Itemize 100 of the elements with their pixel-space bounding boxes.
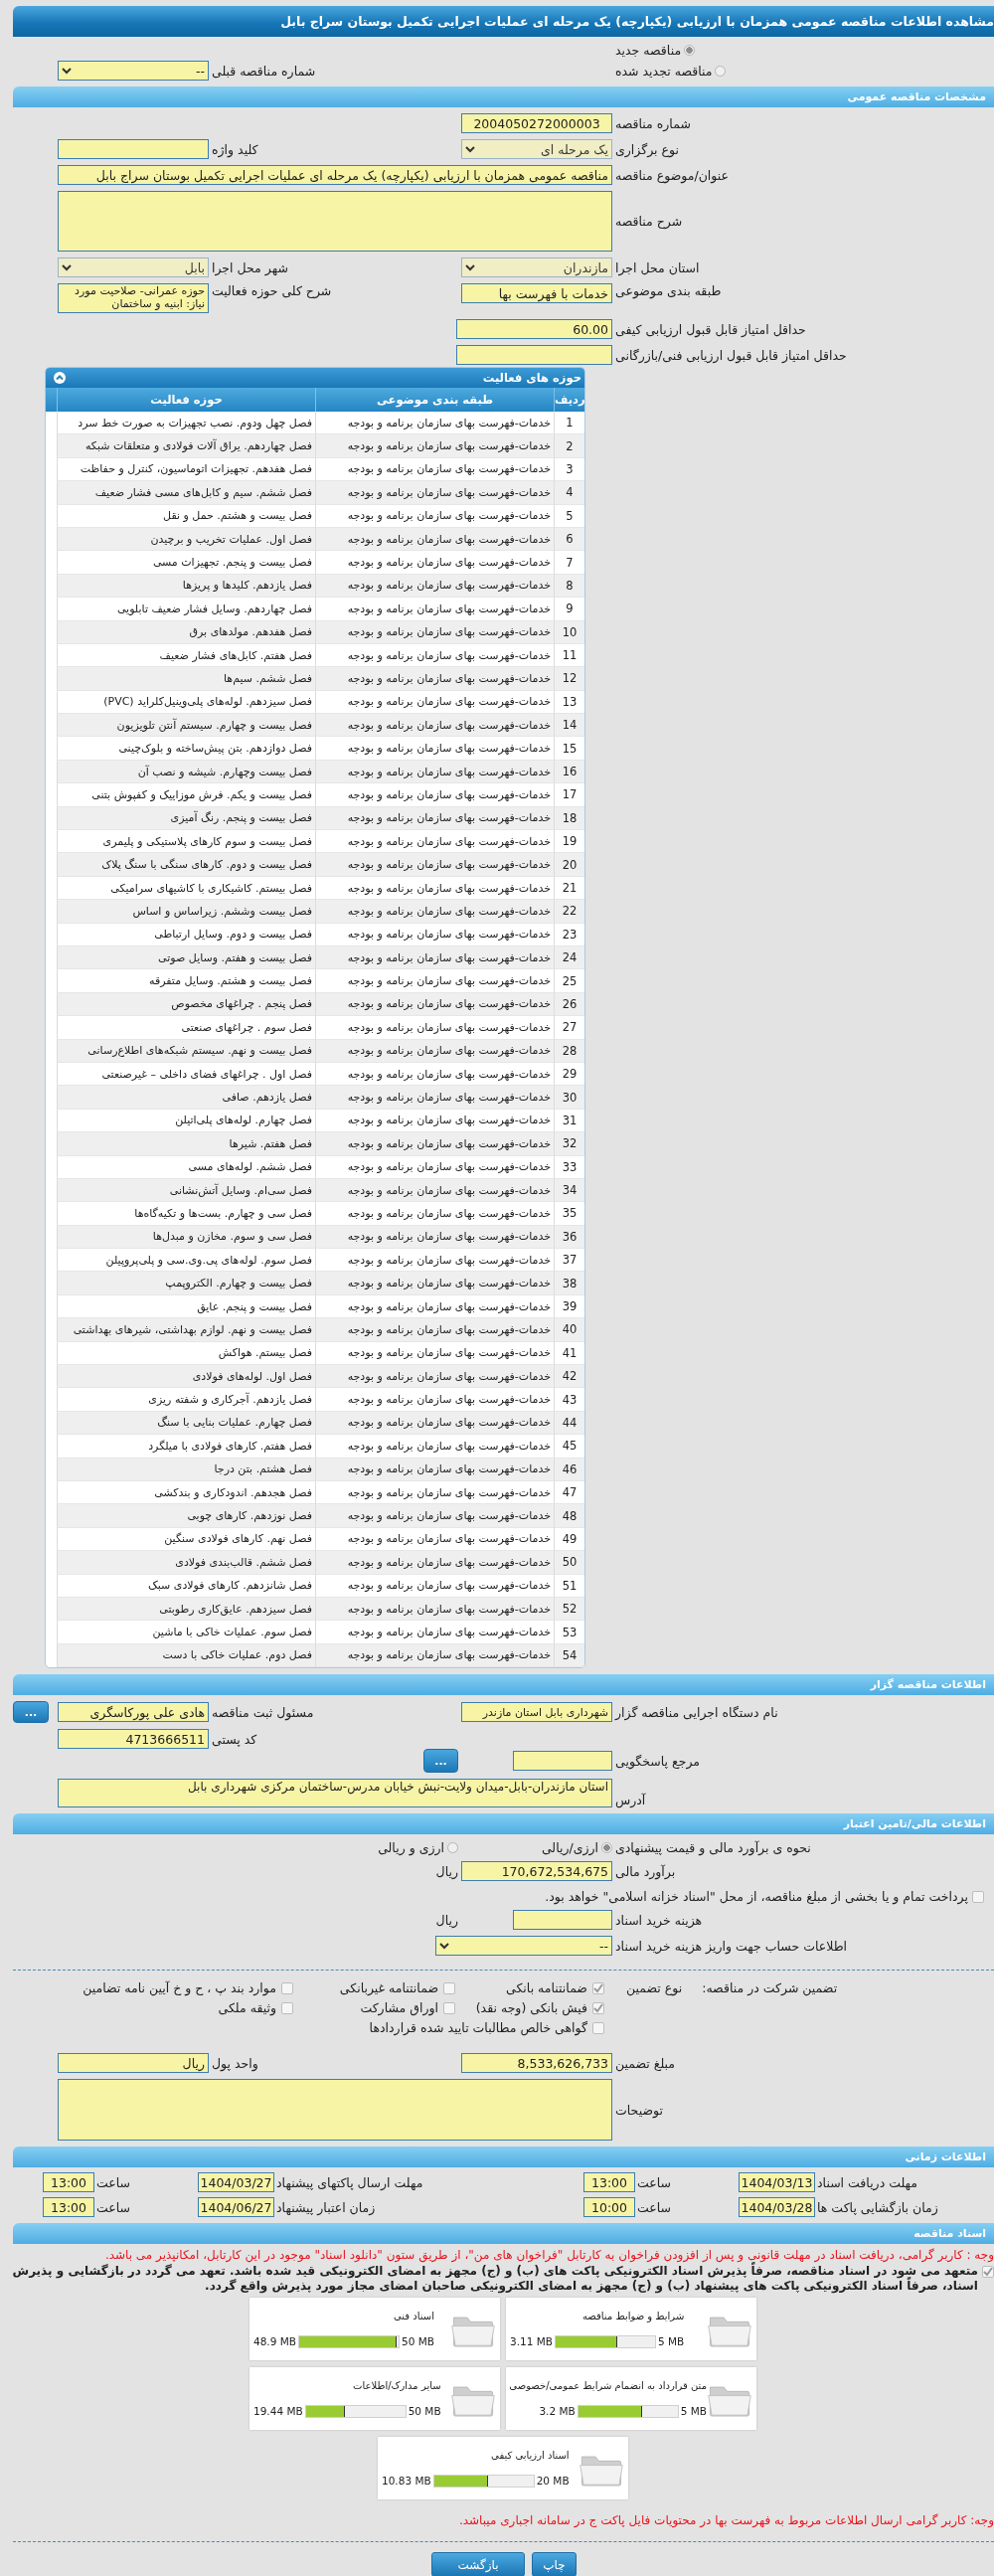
- action-button[interactable]: چاپ: [532, 2552, 577, 2576]
- radio-button[interactable]: [601, 1842, 612, 1854]
- table-cell: خدمات-فهرست بهای سازمان برنامه و بودجه: [315, 620, 554, 644]
- date-field[interactable]: 1404/03/28: [739, 2197, 815, 2218]
- time-label: ساعت: [96, 2174, 130, 2190]
- guarantee-amount-field[interactable]: 8,533,626,733: [461, 2053, 612, 2074]
- checkbox-label: اوراق مشارکت: [360, 2000, 438, 2016]
- keyword-field[interactable]: [58, 139, 209, 159]
- table-cell: 42: [554, 1365, 584, 1389]
- doc-fee-field[interactable]: [513, 1910, 612, 1931]
- date-field[interactable]: 1404/06/27: [198, 2197, 274, 2218]
- checkbox[interactable]: [281, 1981, 293, 1994]
- table-cell: 32: [554, 1132, 584, 1156]
- collapse-icon[interactable]: [54, 372, 66, 384]
- agency-field[interactable]: شهرداری بابل استان مازندر: [461, 1702, 612, 1723]
- table-cell: خدمات-فهرست بهای سازمان برنامه و بودجه: [315, 714, 554, 738]
- radio-button[interactable]: [684, 44, 696, 56]
- time-field[interactable]: 10:00: [583, 2197, 635, 2218]
- previous-tender-select[interactable]: --: [58, 61, 209, 81]
- used-size: 3.2 MB: [539, 2405, 576, 2418]
- quality-score-label: حداقل امتیاز قابل قبول ارزیابی کیفی: [615, 321, 806, 337]
- table-cell: خدمات-فهرست بهای سازمان برنامه و بودجه: [315, 806, 554, 831]
- table-cell: 50: [554, 1551, 584, 1575]
- guarantee-label: تضمین شرکت در مناقصه:: [702, 1980, 838, 1996]
- technical-score-field[interactable]: [456, 345, 612, 365]
- table-cell: خدمات-فهرست بهای سازمان برنامه و بودجه: [315, 737, 554, 761]
- radio-button[interactable]: [715, 65, 727, 77]
- table-cell: خدمات-فهرست بهای سازمان برنامه و بودجه: [315, 1574, 554, 1598]
- table-cell: 34: [554, 1178, 584, 1203]
- table-cell: خدمات-فهرست بهای سازمان برنامه و بودجه: [315, 1458, 554, 1481]
- notes-field[interactable]: [58, 2079, 612, 2142]
- city-label: شهر محل اجرا: [212, 259, 288, 275]
- checkbox[interactable]: [592, 2001, 604, 2014]
- checkbox[interactable]: [592, 1981, 604, 1994]
- registrar-field[interactable]: هادی علی پورکاسگری: [58, 1702, 209, 1723]
- description-field[interactable]: [58, 191, 612, 252]
- holding-type-select[interactable]: یک مرحله ای: [461, 139, 612, 159]
- checkbox-label: ضمانتنامه بانکی: [506, 1980, 587, 1996]
- checkbox[interactable]: [443, 1981, 455, 1994]
- size-limit: 50 MB: [402, 2335, 434, 2348]
- tender-number-field[interactable]: 2004050272000003: [461, 113, 612, 133]
- table-cell: خدمات-فهرست بهای سازمان برنامه و بودجه: [315, 1272, 554, 1295]
- guarantee-type-label: نوع تضمین: [626, 1980, 683, 1996]
- radio-label: ارزی/ریالی: [541, 1840, 598, 1856]
- agency-label: نام دستگاه اجرایی مناقصه گزار: [615, 1704, 778, 1720]
- fee-account-select[interactable]: --: [435, 1936, 612, 1957]
- classification-label: طبقه بندی موضوعی: [615, 283, 722, 298]
- table-cell: 54: [554, 1643, 584, 1668]
- time-field[interactable]: 13:00: [43, 2172, 94, 2193]
- province-select[interactable]: مازندران: [461, 258, 612, 277]
- table-cell: فصل بیست و دوم. کارهای سنگی با سنگ پلاک: [57, 853, 315, 877]
- table-cell: خدمات-فهرست بهای سازمان برنامه و بودجه: [315, 923, 554, 946]
- date-field[interactable]: 1404/03/13: [739, 2172, 815, 2193]
- checkbox[interactable]: [592, 2021, 604, 2034]
- page-title: مشاهده اطلاعات مناقصه عمومی همزمان با ارزیابی (یکپارچه) یک مرحله ای عملیات اجرایی تکمیل بوستان سراج بابل: [13, 6, 994, 37]
- checkbox[interactable]: [982, 2266, 994, 2279]
- table-cell: فصل بیست و یکم. فرش موزاییک و کفپوش بتنی: [57, 783, 315, 807]
- guarantee-amount-label: مبلغ تضمین: [615, 2055, 676, 2071]
- deadline-label: مهلت دریافت اسناد: [817, 2174, 918, 2190]
- address-field[interactable]: استان مازندران-بابل-میدان ولایت-نبش خیابان مدرس-ساختمان مرکزی شهرداری بابل: [58, 1779, 612, 1808]
- treasury-label: پرداخت تمام و یا بخشی از مبلغ مناقصه، از محل "اسناد خزانه اسلامی" خواهد بود.: [545, 1889, 968, 1905]
- time-field[interactable]: 13:00: [43, 2197, 94, 2218]
- table-cell: فصل بیست و نهم. سیستم شبکه‌های اطلاع‌رسانی: [57, 1039, 315, 1063]
- checkbox[interactable]: [281, 2001, 293, 2014]
- checkbox[interactable]: [972, 1890, 984, 1903]
- quality-score-field[interactable]: 60.00: [456, 319, 612, 339]
- city-select[interactable]: بابل: [58, 258, 209, 277]
- holding-type-label: نوع برگزاری: [615, 141, 679, 157]
- estimate-label: برآورد مالی: [615, 1863, 676, 1879]
- currency-field[interactable]: ریال: [58, 2053, 209, 2074]
- table-cell: فصل بیست وششم. زیراساس و اساس: [57, 900, 315, 924]
- table-cell: فصل یازدهم. صافی: [57, 1086, 315, 1110]
- contact-ref-field[interactable]: [513, 1751, 612, 1772]
- table-cell: 43: [554, 1388, 584, 1412]
- postal-code-field[interactable]: 4713666511: [58, 1729, 209, 1750]
- used-size: 19.44 MB: [253, 2405, 303, 2418]
- browse-button[interactable]: ...: [423, 1749, 458, 1774]
- date-field[interactable]: 1404/03/27: [198, 2172, 274, 2193]
- table-cell: خدمات-فهرست بهای سازمان برنامه و بودجه: [315, 969, 554, 993]
- subject-field[interactable]: مناقصه عمومی همزمان با ارزیابی (یکپارچه) یک مرحله ای عملیات اجرایی تکمیل بوستان سراج بابل: [58, 165, 612, 185]
- checkbox-label: موارد بند پ ، ح و خ آیین نامه تضامین: [83, 1980, 276, 1996]
- table-title: حوزه های فعالیت: [482, 371, 581, 385]
- table-cell: 8: [554, 574, 584, 599]
- action-button[interactable]: بازگشت: [431, 2552, 525, 2576]
- table-cell: خدمات-فهرست بهای سازمان برنامه و بودجه: [315, 1504, 554, 1528]
- currency-unit: ریال: [435, 1912, 458, 1928]
- activity-scope-field[interactable]: حوزه عمرانی- صلاحیت مورد نیاز: ابنیه و ساختمان: [58, 283, 209, 313]
- estimate-field[interactable]: 170,672,534,675: [461, 1861, 612, 1882]
- table-cell: خدمات-فهرست بهای سازمان برنامه و بودجه: [315, 1086, 554, 1110]
- document-name: اسناد ارزیابی کیفی: [491, 2449, 570, 2461]
- caret-icon: [465, 145, 475, 153]
- table-cell: خدمات-فهرست بهای سازمان برنامه و بودجه: [315, 1155, 554, 1179]
- time-field[interactable]: 13:00: [583, 2172, 635, 2193]
- table-cell: 30: [554, 1086, 584, 1110]
- table-cell: خدمات-فهرست بهای سازمان برنامه و بودجه: [315, 853, 554, 877]
- browse-button[interactable]: ...: [13, 1701, 49, 1724]
- classification-field[interactable]: خدمات با فهرست بها: [461, 283, 612, 303]
- radio-button[interactable]: [447, 1842, 458, 1854]
- table-cell: خدمات-فهرست بهای سازمان برنامه و بودجه: [315, 1411, 554, 1436]
- checkbox[interactable]: [443, 2001, 455, 2014]
